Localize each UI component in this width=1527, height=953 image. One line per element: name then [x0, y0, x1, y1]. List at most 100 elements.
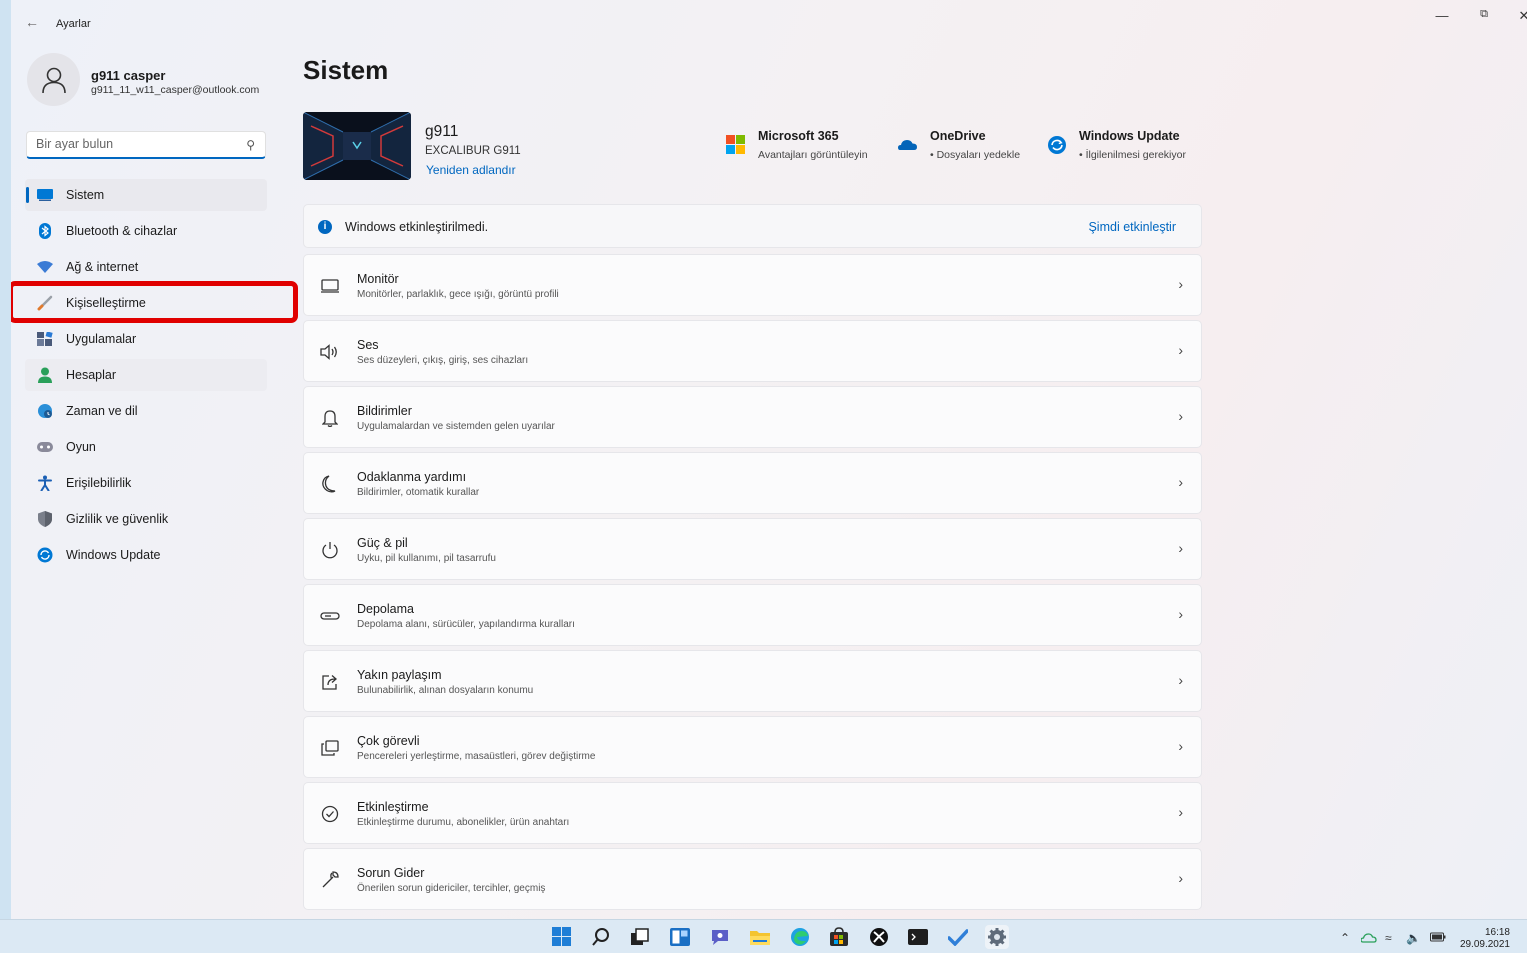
accessibility-icon — [37, 475, 53, 491]
setting-nearby-sharing[interactable]: Yakın paylaşım Bulunabilirlik, alınan do… — [303, 650, 1202, 712]
gamepad-icon — [37, 439, 53, 455]
setting-activation[interactable]: Etkinleştirme Etkinleştirme durumu, abon… — [303, 782, 1202, 844]
sidebar-item-gaming[interactable]: Oyun — [25, 431, 267, 463]
check-circle-icon — [320, 804, 340, 824]
wrench-icon — [320, 870, 340, 890]
sidebar-item-windows-update[interactable]: Windows Update — [25, 539, 267, 571]
activate-now-link[interactable]: Şimdi etkinleştir — [1088, 220, 1176, 234]
setting-description: Etkinleştirme durumu, abonelikler, ürün … — [357, 817, 570, 828]
setting-power-battery[interactable]: Güç & pil Uyku, pil kullanımı, pil tasar… — [303, 518, 1202, 580]
sidebar-item-label: Gizlilik ve güvenlik — [66, 512, 169, 526]
search-icon[interactable]: ⚲ — [246, 138, 255, 152]
setting-multitasking[interactable]: Çok görevli Pencereleri yerleştirme, mas… — [303, 716, 1202, 778]
info-icon: i — [318, 220, 332, 234]
maximize-button[interactable]: ⧉ — [1469, 8, 1499, 21]
onedrive-sync-icon[interactable] — [1360, 931, 1377, 948]
chevron-right-icon: › — [1178, 672, 1183, 688]
terminal-icon[interactable] — [906, 925, 930, 949]
minimize-button[interactable]: — — [1427, 8, 1457, 23]
chat-icon[interactable] — [708, 925, 732, 949]
start-icon[interactable] — [550, 925, 574, 949]
person-icon — [37, 367, 53, 383]
quick-link-title: OneDrive — [930, 129, 986, 143]
settings-search[interactable]: ⚲ — [26, 131, 266, 159]
setting-title: Ses — [357, 338, 379, 352]
sidebar-item-bluetooth[interactable]: Bluetooth & cihazlar — [25, 215, 267, 247]
sidebar-item-accessibility[interactable]: Erişilebilirlik — [25, 467, 267, 499]
shield-icon — [37, 511, 53, 527]
sidebar-item-time-language[interactable]: Zaman ve dil — [25, 395, 267, 427]
multitask-icon — [320, 738, 340, 758]
sidebar-item-label: Windows Update — [66, 548, 161, 562]
volume-icon[interactable]: 🔈 — [1406, 931, 1421, 945]
back-button[interactable]: ← — [25, 14, 39, 30]
sidebar-item-network[interactable]: Ağ & internet — [25, 251, 267, 283]
chevron-up-icon[interactable]: ⌃ — [1340, 931, 1350, 945]
setting-title: Yakın paylaşım — [357, 668, 442, 682]
bluetooth-icon — [37, 223, 53, 239]
clock-date: 29.09.2021 — [1459, 939, 1510, 950]
setting-description: Bulunabilirlik, alınan dosyaların konumu — [357, 685, 534, 696]
power-icon — [320, 540, 340, 560]
setting-title: Etkinleştirme — [357, 800, 429, 814]
clock[interactable]: 16:18 29.09.2021 — [1458, 927, 1510, 951]
setting-sound[interactable]: Ses Ses düzeyleri, çıkış, giriş, ses cih… — [303, 320, 1202, 382]
microsoft365-icon — [726, 135, 746, 155]
monitor-icon — [37, 187, 53, 203]
app-title: Ayarlar — [56, 18, 91, 30]
sidebar-item-apps[interactable]: Uygulamalar — [25, 323, 267, 355]
update-icon — [37, 547, 53, 563]
sidebar-item-label: Zaman ve dil — [66, 404, 138, 418]
file-explorer-icon[interactable] — [748, 925, 772, 949]
setting-title: Çok görevli — [357, 734, 420, 748]
setting-troubleshoot[interactable]: Sorun Gider Önerilen sorun gidericiler, … — [303, 848, 1202, 910]
edge-icon[interactable] — [788, 925, 812, 949]
settings-icon[interactable] — [985, 925, 1009, 949]
sidebar-item-label: Erişilebilirlik — [66, 476, 132, 490]
chevron-right-icon: › — [1178, 342, 1183, 358]
setting-description: Monitörler, parlaklık, gece ışığı, görün… — [357, 289, 559, 300]
setting-description: Depolama alanı, sürücüler, yapılandırma … — [357, 619, 575, 630]
clock-time: 16:18 — [1484, 927, 1510, 938]
sidebar-nav: Sistem Bluetooth & cihazlar Ağ & interne… — [25, 179, 267, 575]
avatar — [27, 53, 80, 106]
sidebar-item-accounts[interactable]: Hesaplar — [25, 359, 267, 391]
sidebar-item-privacy[interactable]: Gizlilik ve güvenlik — [25, 503, 267, 535]
sidebar-item-sistem[interactable]: Sistem — [25, 179, 267, 211]
sidebar-item-label: Ağ & internet — [66, 260, 139, 274]
store-icon[interactable] — [827, 925, 851, 949]
sidebar-item-label: Bluetooth & cihazlar — [66, 224, 178, 238]
setting-description: Ses düzeyleri, çıkış, giriş, ses cihazla… — [357, 355, 529, 366]
setting-title: Güç & pil — [357, 536, 408, 550]
share-icon — [320, 672, 340, 692]
search-input[interactable] — [36, 137, 236, 151]
setting-notifications[interactable]: Bildirimler Uygulamalardan ve sistemden … — [303, 386, 1202, 448]
task-view-icon[interactable] — [628, 925, 652, 949]
setting-focus-assist[interactable]: Odaklanma yardımı Bildirimler, otomatik … — [303, 452, 1202, 514]
settings-list: Monitör Monitörler, parlaklık, gece ışığ… — [303, 254, 1202, 914]
setting-description: Bildirimler, otomatik kurallar — [357, 487, 480, 498]
chevron-right-icon: › — [1178, 474, 1183, 490]
wifi-status-icon[interactable]: ≈ — [1385, 931, 1392, 945]
setting-storage[interactable]: Depolama Depolama alanı, sürücüler, yapı… — [303, 584, 1202, 646]
taskbar: ⌃ ≈ 🔈 16:18 29.09.2021 — [0, 919, 1527, 953]
rename-link[interactable]: Yeniden adlandır — [426, 163, 516, 177]
setting-display[interactable]: Monitör Monitörler, parlaklık, gece ışığ… — [303, 254, 1202, 316]
close-button[interactable]: ✕ — [1509, 8, 1527, 24]
widgets-icon[interactable] — [668, 925, 692, 949]
page-title: Sistem — [303, 55, 389, 85]
todo-icon[interactable] — [946, 925, 970, 949]
wifi-icon — [37, 259, 53, 275]
user-email: g911_11_w11_casper@outlook.com — [91, 84, 260, 96]
sidebar-item-label: Hesaplar — [66, 368, 117, 382]
xbox-icon[interactable] — [867, 925, 891, 949]
search-icon[interactable] — [589, 925, 613, 949]
user-name: g911 casper — [91, 68, 166, 83]
battery-icon[interactable] — [1430, 931, 1446, 945]
chevron-right-icon: › — [1178, 606, 1183, 622]
quick-link-subtitle: • İlgilenilmesi gerekiyor — [1079, 149, 1186, 161]
quick-link-subtitle: • Dosyaları yedekle — [930, 149, 1021, 161]
setting-description: Uygulamalardan ve sistemden gelen uyarıl… — [357, 421, 555, 432]
setting-description: Uyku, pil kullanımı, pil tasarrufu — [357, 553, 496, 564]
chevron-right-icon: › — [1178, 540, 1183, 556]
